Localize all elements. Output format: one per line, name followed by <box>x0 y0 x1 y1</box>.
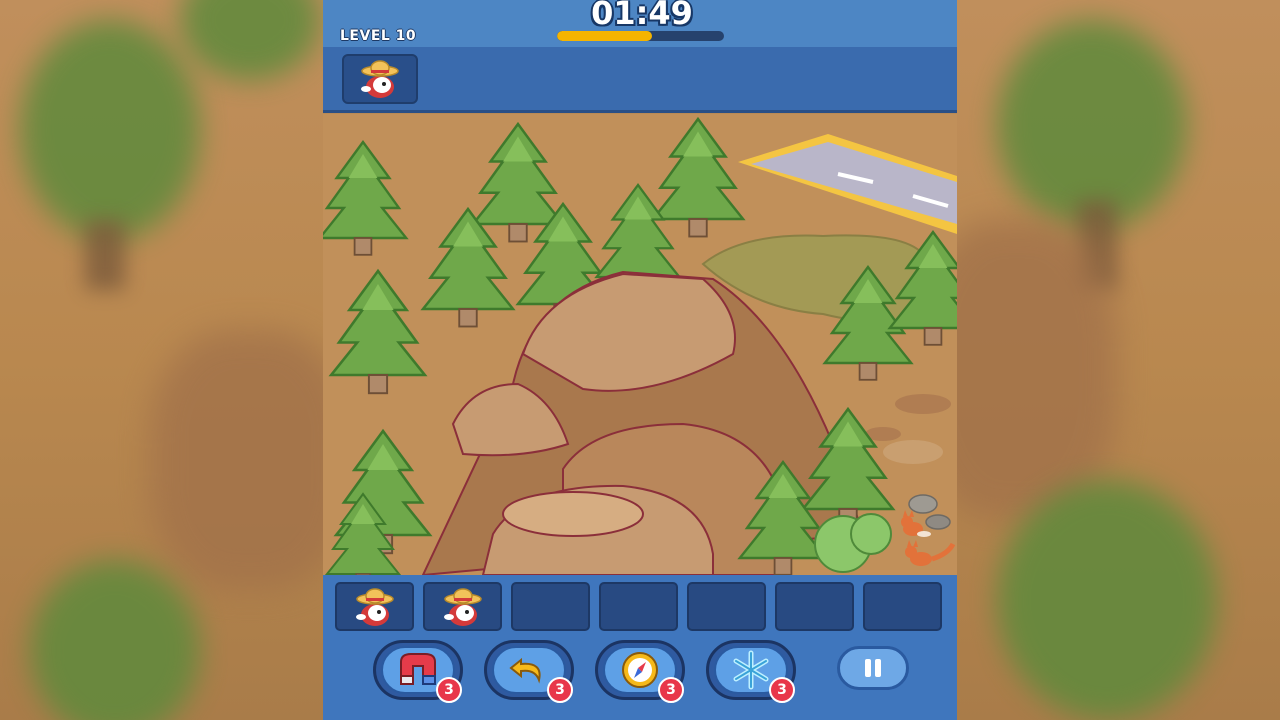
tray-slot <box>335 582 414 631</box>
tray-slot <box>687 582 766 631</box>
compass-button[interactable]: 3 <box>595 640 685 703</box>
powerup-bar: 3 3 3 3 <box>323 638 957 708</box>
magnet-button[interactable]: 3 <box>373 640 463 703</box>
time-progress-bar <box>557 31 724 41</box>
pause-button[interactable] <box>837 646 909 690</box>
tray-slot <box>423 582 502 631</box>
undo-arrow-icon <box>509 657 541 684</box>
straw-hat-bird-icon <box>443 587 482 626</box>
undo-count-badge: 3 <box>547 677 573 703</box>
backdrop-right <box>957 0 1280 720</box>
freeze-button[interactable]: 3 <box>706 640 796 703</box>
time-progress-fill <box>557 31 653 41</box>
tray-slot <box>863 582 942 631</box>
top-bar: LEVEL 10 01:49 <box>323 0 957 47</box>
pause-icon <box>865 659 881 677</box>
game-screen: LEVEL 10 01:49 3 3 3 3 <box>323 0 957 720</box>
target-item-slot <box>342 54 418 104</box>
tray-slot <box>599 582 678 631</box>
target-strip <box>323 47 957 113</box>
tray-slot <box>511 582 590 631</box>
tray-slot <box>775 582 854 631</box>
forest-scene-art[interactable] <box>323 114 957 575</box>
game-scene[interactable] <box>323 114 957 575</box>
compass-icon <box>622 652 658 688</box>
backdrop-left <box>0 0 323 720</box>
countdown-timer: 01:49 <box>591 0 693 32</box>
magnet-icon <box>400 653 436 685</box>
magnet-count-badge: 3 <box>436 677 462 703</box>
straw-hat-bird-icon <box>361 60 399 98</box>
freeze-count-badge: 3 <box>769 677 795 703</box>
snowflake-icon <box>733 650 769 690</box>
tray-slot-row <box>335 582 942 631</box>
straw-hat-bird-icon <box>355 587 394 626</box>
undo-button[interactable]: 3 <box>484 640 574 703</box>
level-label: LEVEL 10 <box>340 28 417 44</box>
compass-count-badge: 3 <box>658 677 684 703</box>
collection-tray: 3 3 3 3 <box>323 575 957 720</box>
